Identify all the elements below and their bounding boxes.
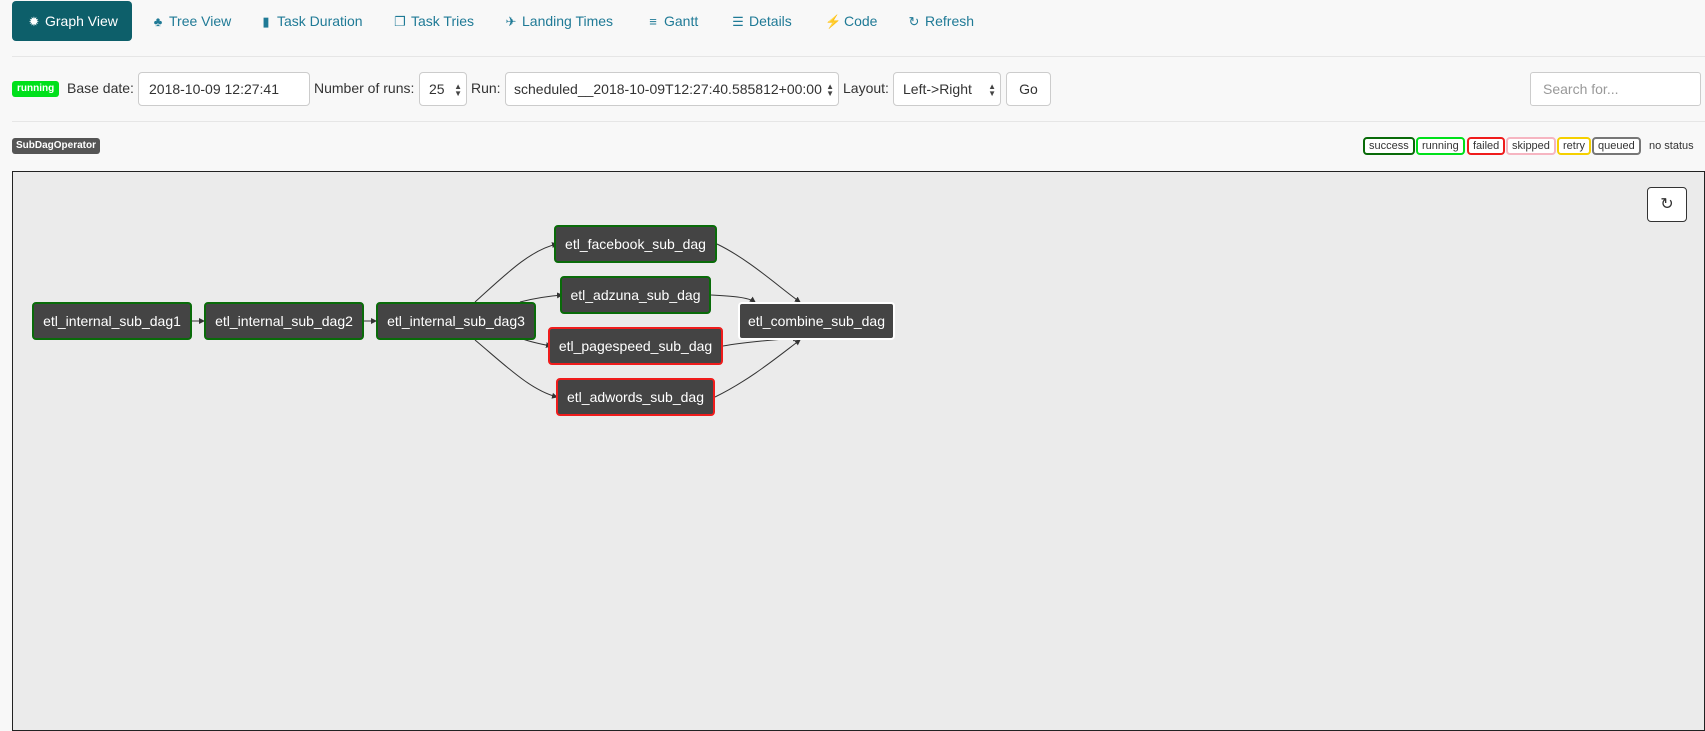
edge — [716, 243, 801, 303]
task-node-etl-adwords-sub-dag[interactable]: etl_adwords_sub_dag — [556, 378, 715, 416]
task-node-etl-internal-sub-dag2[interactable]: etl_internal_sub_dag2 — [204, 302, 364, 340]
dag-edges — [192, 242, 801, 399]
task-node-etl-adzuna-sub-dag[interactable]: etl_adzuna_sub_dag — [560, 276, 711, 314]
task-node-etl-internal-sub-dag3[interactable]: etl_internal_sub_dag3 — [376, 302, 536, 340]
edge — [519, 292, 563, 303]
task-node-etl-facebook-sub-dag[interactable]: etl_facebook_sub_dag — [554, 225, 717, 263]
task-node-etl-internal-sub-dag1[interactable]: etl_internal_sub_dag1 — [32, 302, 192, 340]
edge — [714, 339, 801, 398]
edge — [474, 242, 558, 303]
edge — [710, 294, 756, 303]
edge — [474, 339, 558, 399]
task-node-etl-combine-sub-dag[interactable]: etl_combine_sub_dag — [738, 302, 895, 340]
task-node-etl-pagespeed-sub-dag[interactable]: etl_pagespeed_sub_dag — [548, 327, 723, 365]
